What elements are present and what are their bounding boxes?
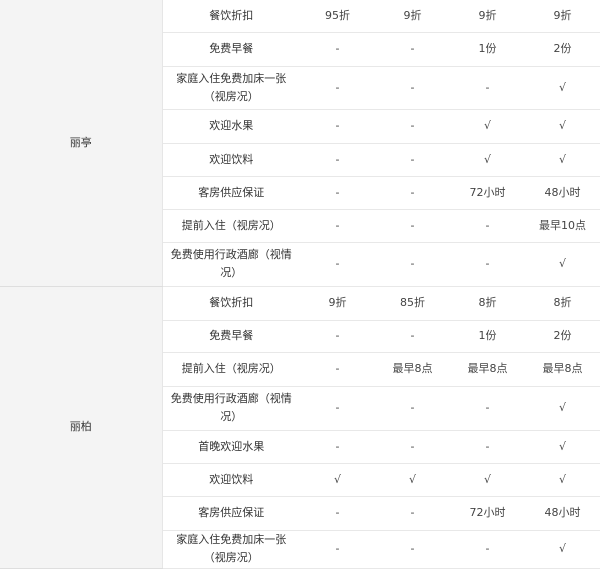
value-cell: - <box>375 386 450 431</box>
value-cell: √ <box>375 463 450 497</box>
benefit-cell: 免费早餐 <box>162 32 300 67</box>
value-cell: √ <box>525 143 600 177</box>
value-cell: 最早8点 <box>450 352 525 387</box>
benefit-cell: 家庭入住免费加床一张（视房况） <box>162 530 300 569</box>
value-cell: 9折 <box>450 0 525 33</box>
value-cell: 48小时 <box>525 496 600 531</box>
value-cell: √ <box>450 109 525 144</box>
benefit-cell: 餐饮折扣 <box>162 0 300 33</box>
value-cell: - <box>300 496 375 531</box>
benefit-cell: 欢迎水果 <box>162 109 300 144</box>
value-cell: √ <box>525 463 600 497</box>
value-cell: - <box>300 143 375 177</box>
value-cell: - <box>375 176 450 210</box>
value-cell: - <box>300 320 375 353</box>
value-cell: - <box>450 242 525 287</box>
benefit-cell: 欢迎饮料 <box>162 463 300 497</box>
brand-cell: 丽亭 <box>0 0 163 287</box>
benefit-cell: 客房供应保证 <box>162 496 300 531</box>
value-cell: √ <box>450 143 525 177</box>
value-cell: √ <box>525 386 600 431</box>
value-cell: 48小时 <box>525 176 600 210</box>
value-cell: - <box>375 530 450 569</box>
value-cell: - <box>300 352 375 387</box>
value-cell: 85折 <box>375 286 450 321</box>
benefit-cell: 提前入住（视房况） <box>162 209 300 243</box>
value-cell: 72小时 <box>450 496 525 531</box>
value-cell: √ <box>450 463 525 497</box>
value-cell: - <box>300 386 375 431</box>
benefit-cell: 家庭入住免费加床一张（视房况） <box>162 66 300 110</box>
value-cell: - <box>375 32 450 67</box>
value-cell: 8折 <box>450 286 525 321</box>
benefit-cell: 餐饮折扣 <box>162 286 300 321</box>
value-cell: √ <box>525 66 600 110</box>
table-row: 丽亭 餐饮折扣 95折 9折 9折 9折 <box>0 0 600 287</box>
value-cell: - <box>375 320 450 353</box>
value-cell: - <box>300 109 375 144</box>
benefit-cell: 客房供应保证 <box>162 176 300 210</box>
value-cell: 最早8点 <box>375 352 450 387</box>
value-cell: √ <box>525 109 600 144</box>
value-cell: 8折 <box>525 286 600 321</box>
value-cell: 2份 <box>525 32 600 67</box>
benefits-table-body: 丽亭 餐饮折扣 95折 9折 9折 9折 免费早餐 - -1份 2份 家庭入住免费加床一张（视房况）… <box>0 0 600 569</box>
value-cell: 9折 <box>375 0 450 33</box>
value-cell: - <box>300 242 375 287</box>
value-cell: - <box>375 143 450 177</box>
value-cell: 最早10点 <box>525 209 600 243</box>
benefit-cell: 免费早餐 <box>162 320 300 353</box>
benefit-cell: 欢迎饮料 <box>162 143 300 177</box>
value-cell: - <box>375 109 450 144</box>
value-cell: 9折 <box>300 286 375 321</box>
value-cell: - <box>375 430 450 464</box>
value-cell: - <box>375 209 450 243</box>
value-cell: 最早8点 <box>525 352 600 387</box>
value-cell: - <box>450 209 525 243</box>
value-cell: √ <box>525 530 600 569</box>
benefit-cell: 首晚欢迎水果 <box>162 430 300 464</box>
value-cell: - <box>300 176 375 210</box>
value-cell: - <box>300 209 375 243</box>
value-cell: - <box>300 66 375 110</box>
value-cell: - <box>450 386 525 431</box>
table-row: 丽柏 餐饮折扣 9折 85折 8折 8折 <box>0 286 600 569</box>
value-cell: 2份 <box>525 320 600 353</box>
value-cell: - <box>450 66 525 110</box>
value-cell: - <box>375 242 450 287</box>
value-cell: - <box>300 32 375 67</box>
value-cell: 9折 <box>525 0 600 33</box>
value-cell: 1份 <box>450 32 525 67</box>
value-cell: - <box>450 430 525 464</box>
benefit-cell: 提前入住（视房况） <box>162 352 300 387</box>
benefit-cell: 免费使用行政酒廊（视情况） <box>162 386 300 431</box>
value-cell: - <box>300 530 375 569</box>
brand-cell: 丽柏 <box>0 286 163 569</box>
value-cell: 72小时 <box>450 176 525 210</box>
value-cell: - <box>450 530 525 569</box>
value-cell: 95折 <box>300 0 375 33</box>
value-cell: √ <box>525 430 600 464</box>
benefits-table: 丽亭 餐饮折扣 95折 9折 9折 9折 免费早餐 - -1份 2份 家庭入住免费加床一张（视房况）… <box>0 0 600 569</box>
value-cell: - <box>300 430 375 464</box>
value-cell: √ <box>525 242 600 287</box>
value-cell: - <box>375 496 450 531</box>
benefit-cell: 免费使用行政酒廊（视情况） <box>162 242 300 287</box>
value-cell: √ <box>300 463 375 497</box>
value-cell: 1份 <box>450 320 525 353</box>
value-cell: - <box>375 66 450 110</box>
